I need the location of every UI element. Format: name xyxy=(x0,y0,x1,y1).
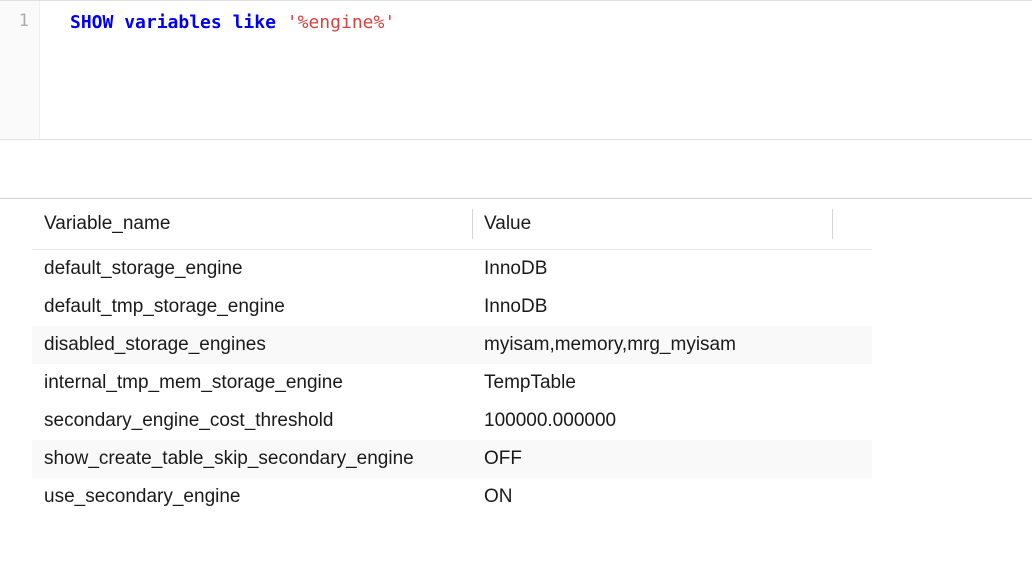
line-number-gutter: 1 xyxy=(0,1,40,139)
cell-value: myisam,memory,mrg_myisam xyxy=(472,326,832,364)
table-row[interactable]: default_tmp_storage_engineInnoDB xyxy=(32,288,872,326)
cell-spacer xyxy=(832,250,872,289)
cell-variable-name: default_storage_engine xyxy=(32,250,472,289)
cell-spacer xyxy=(832,364,872,402)
cell-value: 100000.000000 xyxy=(472,402,832,440)
table-row[interactable]: use_secondary_engineON xyxy=(32,478,872,516)
cell-value: InnoDB xyxy=(472,288,832,326)
table-row[interactable]: default_storage_engineInnoDB xyxy=(32,250,872,289)
column-header-spacer xyxy=(832,199,872,250)
column-header-value[interactable]: Value xyxy=(472,199,832,250)
line-number: 1 xyxy=(0,9,29,35)
table-header-row: Variable_name Value xyxy=(32,199,872,250)
cell-variable-name: default_tmp_storage_engine xyxy=(32,288,472,326)
cell-variable-name: use_secondary_engine xyxy=(32,478,472,516)
cell-variable-name: secondary_engine_cost_threshold xyxy=(32,402,472,440)
cell-value: ON xyxy=(472,478,832,516)
cell-variable-name: show_create_table_skip_secondary_engine xyxy=(32,440,472,478)
sql-editor[interactable]: 1 SHOW variables like '%engine%' xyxy=(0,0,1032,140)
sql-string-literal: '%engine%' xyxy=(287,12,395,33)
column-header-variable-name[interactable]: Variable_name xyxy=(32,199,472,250)
sql-keyword-variables: variables xyxy=(124,12,222,33)
sql-keyword-like: like xyxy=(233,12,276,33)
code-line[interactable]: SHOW variables like '%engine%' xyxy=(40,1,407,139)
cell-spacer xyxy=(832,326,872,364)
table-row[interactable]: disabled_storage_enginesmyisam,memory,mr… xyxy=(32,326,872,364)
table-row[interactable]: internal_tmp_mem_storage_engineTempTable xyxy=(32,364,872,402)
table-row[interactable]: show_create_table_skip_secondary_engineO… xyxy=(32,440,872,478)
results-table: Variable_name Value default_storage_engi… xyxy=(32,199,872,516)
cell-variable-name: internal_tmp_mem_storage_engine xyxy=(32,364,472,402)
editor-results-gap xyxy=(0,140,1032,198)
table-row[interactable]: secondary_engine_cost_threshold100000.00… xyxy=(32,402,872,440)
cell-spacer xyxy=(832,478,872,516)
cell-variable-name: disabled_storage_engines xyxy=(32,326,472,364)
cell-spacer xyxy=(832,440,872,478)
cell-value: TempTable xyxy=(472,364,832,402)
cell-spacer xyxy=(832,402,872,440)
results-pane: Variable_name Value default_storage_engi… xyxy=(0,198,1032,516)
cell-value: OFF xyxy=(472,440,832,478)
cell-spacer xyxy=(832,288,872,326)
cell-value: InnoDB xyxy=(472,250,832,289)
sql-keyword-show: SHOW xyxy=(70,12,113,33)
